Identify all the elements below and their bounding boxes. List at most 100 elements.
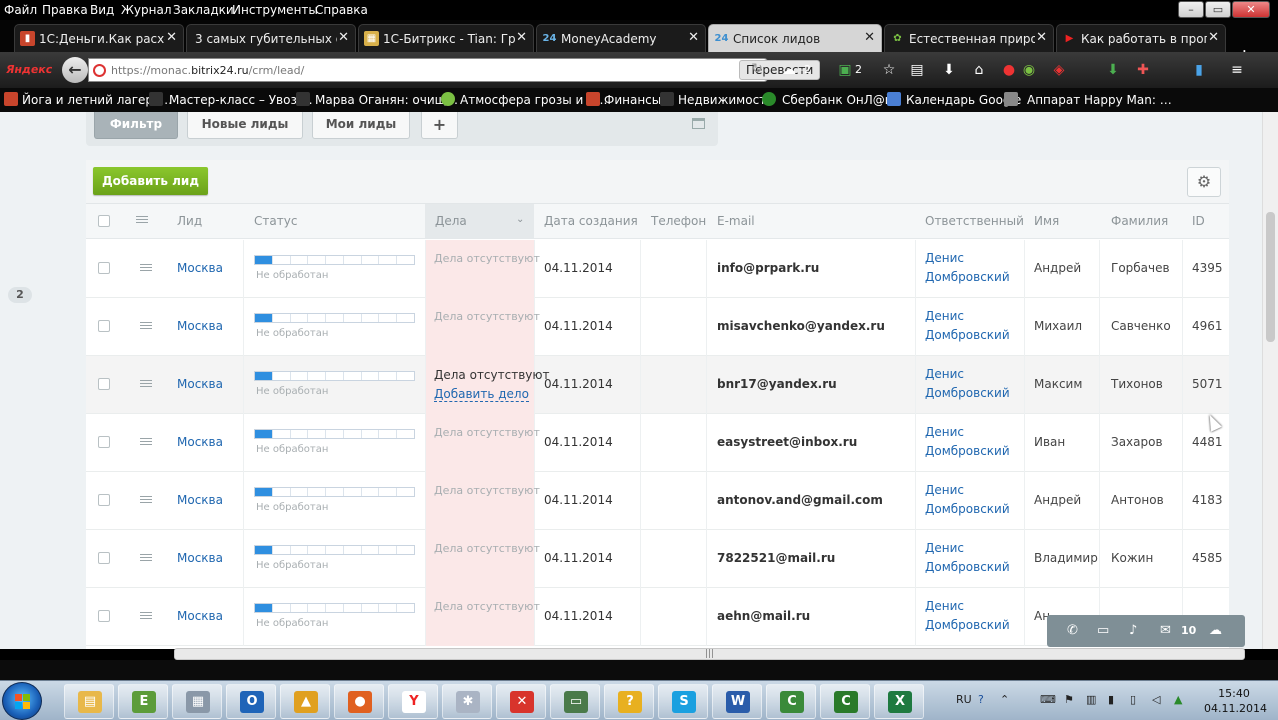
mail-icon[interactable]: ✉ bbox=[1160, 623, 1171, 638]
tab-youtube[interactable]: ▶ Как работать в прогр… ✕ bbox=[1056, 24, 1226, 52]
progress-segment[interactable] bbox=[273, 604, 291, 612]
progress-segment[interactable] bbox=[255, 256, 273, 264]
row-menu-icon[interactable] bbox=[140, 322, 152, 331]
add-lead-button[interactable]: Добавить лид bbox=[93, 167, 208, 195]
add-deal-link[interactable]: Добавить дело bbox=[434, 387, 529, 402]
tab-lead-list[interactable]: 24 Список лидов ✕ bbox=[708, 24, 882, 52]
mail-badge-icon[interactable]: ▣ bbox=[836, 61, 854, 79]
taskbar-app-firefox[interactable]: ● bbox=[334, 684, 384, 719]
language-indicator[interactable]: RU bbox=[956, 693, 972, 706]
progress-segment[interactable] bbox=[273, 256, 291, 264]
scrollbar-grip[interactable]: ||| bbox=[705, 649, 714, 659]
close-window-button[interactable]: ✕ bbox=[1232, 1, 1270, 18]
email-value[interactable]: antonov.and@gmail.com bbox=[717, 493, 883, 507]
battery-icon[interactable]: ▯ bbox=[1130, 693, 1136, 706]
responsible-link[interactable]: Денис Домбровский bbox=[925, 307, 1010, 345]
row-checkbox[interactable] bbox=[98, 494, 110, 506]
email-value[interactable]: bnr17@yandex.ru bbox=[717, 377, 837, 391]
row-menu-icon[interactable] bbox=[140, 264, 152, 273]
row-checkbox[interactable] bbox=[98, 262, 110, 274]
taskbar-app-calculator[interactable]: ▦ bbox=[172, 684, 222, 719]
progress-segment[interactable] bbox=[362, 430, 380, 438]
responsible-link[interactable]: Денис Домбровский bbox=[925, 423, 1010, 461]
header-phone[interactable]: Телефон bbox=[651, 214, 706, 228]
progress-segment[interactable] bbox=[397, 372, 414, 380]
cloud-icon[interactable]: ☁ bbox=[780, 61, 798, 79]
lead-title-link[interactable]: Москва bbox=[177, 319, 223, 333]
progress-segment[interactable] bbox=[326, 430, 344, 438]
status-progress-bar[interactable] bbox=[254, 429, 415, 439]
progress-segment[interactable] bbox=[344, 604, 362, 612]
progress-segment[interactable] bbox=[308, 546, 327, 554]
progress-segment[interactable] bbox=[273, 546, 291, 554]
progress-segment[interactable] bbox=[362, 604, 380, 612]
progress-segment[interactable] bbox=[308, 256, 327, 264]
menu-history[interactable]: Журнал bbox=[121, 3, 172, 17]
network-icon[interactable]: ▥ bbox=[1086, 693, 1096, 706]
vertical-scrollbar[interactable] bbox=[1262, 112, 1278, 649]
progress-segment[interactable] bbox=[273, 372, 291, 380]
select-all-checkbox[interactable] bbox=[98, 215, 110, 227]
header-created[interactable]: Дата создания bbox=[544, 214, 638, 228]
progress-segment[interactable] bbox=[273, 314, 291, 322]
tab-nature[interactable]: ✿ Естественная природ… ✕ bbox=[884, 24, 1054, 52]
progress-segment[interactable] bbox=[291, 430, 309, 438]
header-email[interactable]: E-mail bbox=[717, 214, 755, 228]
progress-segment[interactable] bbox=[255, 314, 273, 322]
extension-icon[interactable]: ◉ bbox=[1020, 61, 1038, 79]
progress-segment[interactable] bbox=[255, 546, 273, 554]
progress-segment[interactable] bbox=[397, 314, 414, 322]
header-responsible[interactable]: Ответственный bbox=[925, 214, 1024, 228]
progress-segment[interactable] bbox=[255, 372, 273, 380]
status-progress-bar[interactable] bbox=[254, 603, 415, 613]
close-icon[interactable]: ✕ bbox=[864, 30, 875, 45]
flag-icon[interactable]: ⚑ bbox=[1064, 693, 1074, 706]
tab-bitrix[interactable]: ▦ 1С-Битрикс - Tian: Гр… ✕ bbox=[358, 24, 534, 52]
row-checkbox[interactable] bbox=[98, 436, 110, 448]
column-menu-icon[interactable] bbox=[136, 216, 148, 225]
table-row[interactable]: Москва Не обработан Дела отсутствуют 04.11.… bbox=[86, 414, 1229, 472]
filter-button[interactable]: Фильтр bbox=[94, 112, 178, 139]
bookmark-item[interactable]: Финансы bbox=[604, 93, 661, 107]
extension-icon[interactable]: ✚ bbox=[1134, 61, 1152, 79]
start-button[interactable] bbox=[2, 682, 42, 720]
progress-segment[interactable] bbox=[344, 256, 362, 264]
progress-segment[interactable] bbox=[344, 488, 362, 496]
progress-segment[interactable] bbox=[344, 314, 362, 322]
bookmark-item[interactable]: Аппарат Happy Man: … bbox=[1027, 93, 1172, 107]
table-row[interactable]: Москва Не обработан Дела отсутствуют 04.11.… bbox=[86, 298, 1229, 356]
progress-segment[interactable] bbox=[379, 372, 398, 380]
email-value[interactable]: misavchenko@yandex.ru bbox=[717, 319, 885, 333]
lead-title-link[interactable]: Москва bbox=[177, 435, 223, 449]
taskbar-app-skype[interactable]: S bbox=[658, 684, 708, 719]
extension-icon[interactable]: ▮ bbox=[1190, 61, 1208, 79]
header-status[interactable]: Статус bbox=[254, 214, 297, 228]
my-leads-button[interactable]: Мои лиды bbox=[312, 112, 410, 139]
add-filter-button[interactable]: + bbox=[421, 112, 458, 139]
progress-segment[interactable] bbox=[379, 314, 398, 322]
header-surname[interactable]: Фамилия bbox=[1111, 214, 1168, 228]
close-icon[interactable]: ✕ bbox=[1208, 30, 1219, 45]
progress-segment[interactable] bbox=[255, 430, 273, 438]
header-name[interactable]: Имя bbox=[1034, 214, 1059, 228]
chevron-down-icon[interactable]: ⌄ bbox=[516, 214, 524, 225]
progress-segment[interactable] bbox=[291, 314, 309, 322]
bookmark-item[interactable]: Сбербанк ОнЛ@йн bbox=[782, 93, 900, 107]
taskbar-app-evernote[interactable]: E bbox=[118, 684, 168, 719]
status-progress-bar[interactable] bbox=[254, 371, 415, 381]
clock[interactable]: 15:40 04.11.2014 bbox=[1204, 686, 1267, 716]
adblock-icon[interactable]: ● bbox=[1000, 61, 1018, 79]
email-value[interactable]: easystreet@inbox.ru bbox=[717, 435, 857, 449]
progress-segment[interactable] bbox=[344, 372, 362, 380]
header-id[interactable]: ID bbox=[1192, 214, 1205, 228]
close-icon[interactable]: ✕ bbox=[166, 30, 177, 45]
bookmark-item[interactable]: Мастер-класс – Увоз … bbox=[169, 93, 313, 107]
gear-icon[interactable]: ⚙ bbox=[1187, 167, 1221, 197]
header-lead[interactable]: Лид bbox=[177, 214, 202, 228]
progress-segment[interactable] bbox=[308, 488, 327, 496]
progress-segment[interactable] bbox=[397, 604, 414, 612]
status-progress-bar[interactable] bbox=[254, 255, 415, 265]
progress-segment[interactable] bbox=[308, 314, 327, 322]
row-menu-icon[interactable] bbox=[140, 496, 152, 505]
email-value[interactable]: 7822521@mail.ru bbox=[717, 551, 835, 565]
